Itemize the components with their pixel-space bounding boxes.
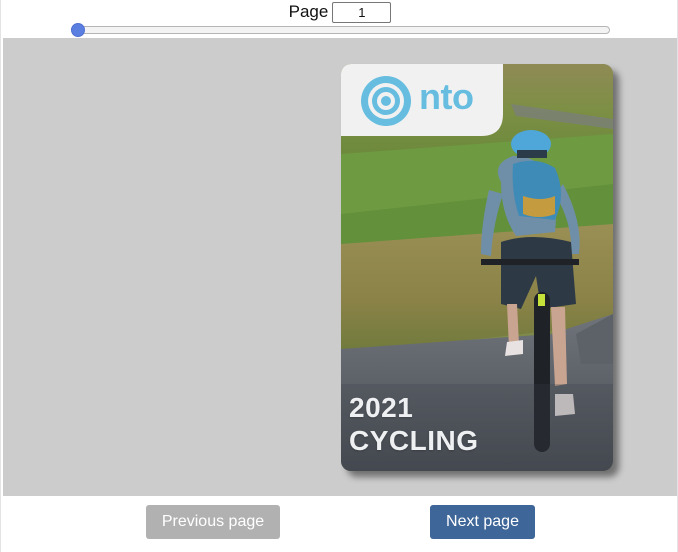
cover-year: 2021 <box>349 392 414 423</box>
page-number-input[interactable] <box>332 1 392 23</box>
flipbook-viewer: Page 1 nto 2021 CYCLING Previous page Ne… <box>0 0 678 552</box>
page-viewport: nto 2021 CYCLING <box>3 38 677 496</box>
book-cover-page[interactable]: nto 2021 CYCLING <box>341 64 613 471</box>
page-indicator: Page <box>1 0 678 23</box>
page-slider-thumb[interactable] <box>71 23 85 37</box>
cover-brand-logo: nto <box>419 76 474 117</box>
previous-page-button[interactable]: Previous page <box>146 505 280 539</box>
page-slider-track[interactable] <box>71 26 610 34</box>
page-slider[interactable] <box>71 23 611 37</box>
next-page-button[interactable]: Next page <box>430 505 535 539</box>
page-label: Page <box>288 1 329 21</box>
cover-title: CYCLING <box>349 425 479 456</box>
